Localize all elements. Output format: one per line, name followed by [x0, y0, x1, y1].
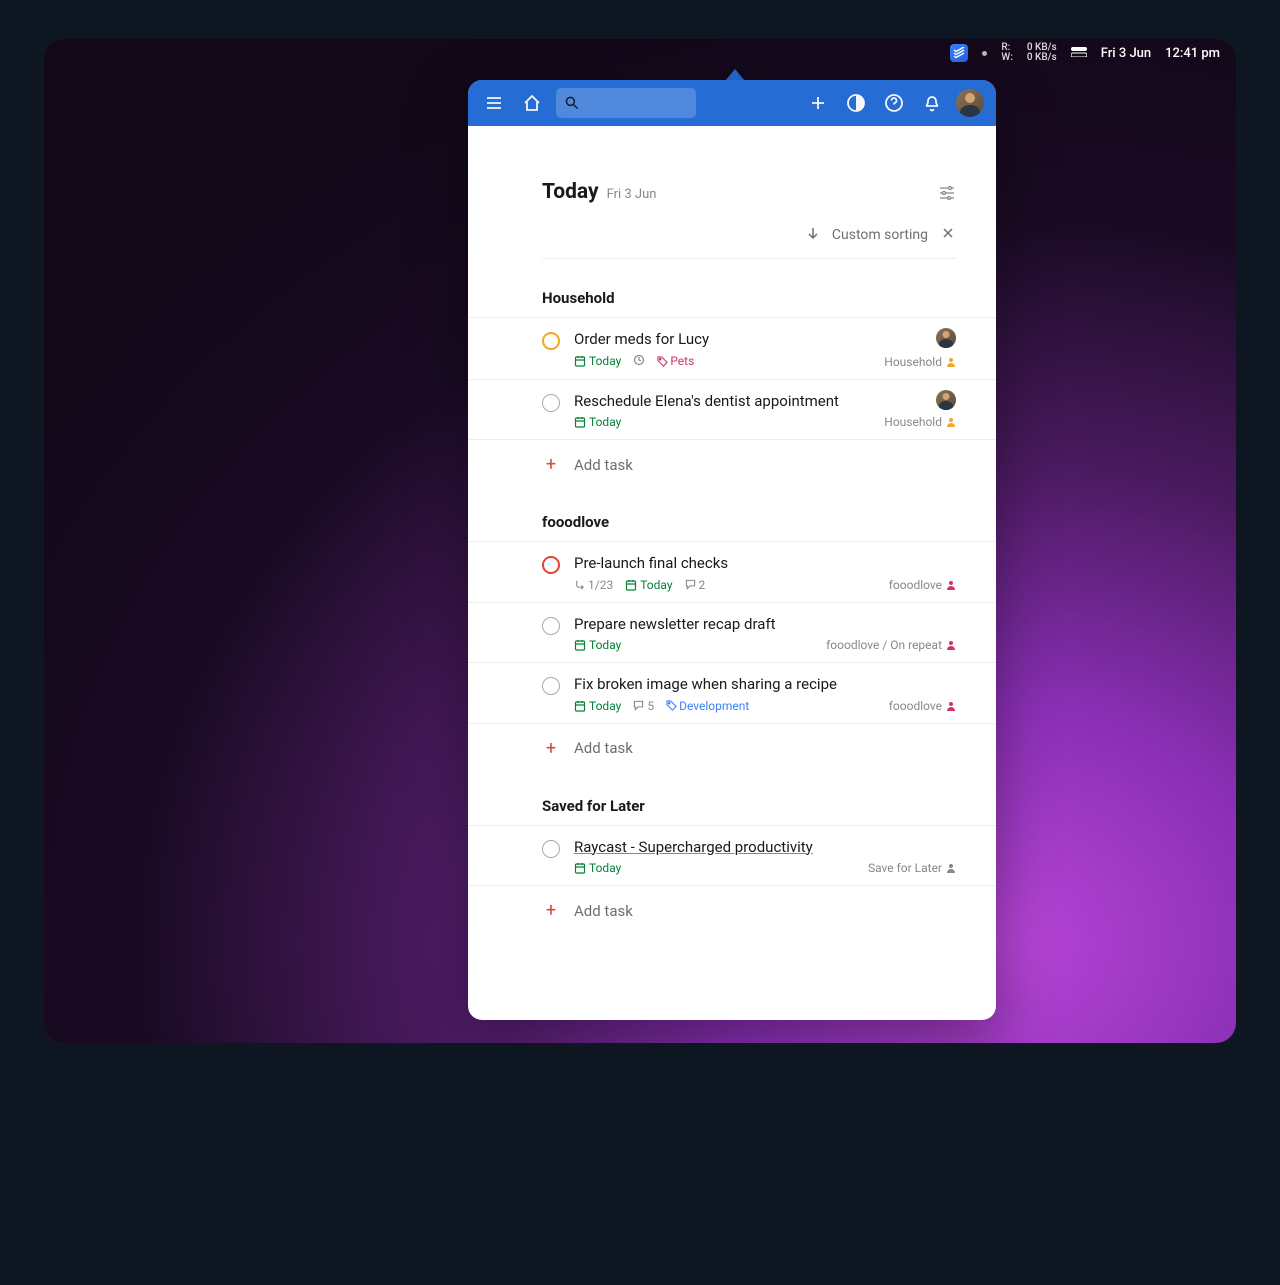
search-input[interactable] — [556, 88, 696, 118]
task-checkbox[interactable] — [542, 617, 560, 635]
menubar-time[interactable]: 12:41 pm — [1165, 46, 1220, 61]
task-row[interactable]: Fix broken image when sharing a recipe To… — [468, 662, 996, 723]
task-title: Fix broken image when sharing a recipe — [574, 675, 956, 695]
due-date: Today — [574, 861, 621, 875]
section: fooodlove Pre-launch final checks 1/23 Toda… — [468, 513, 996, 763]
section-title: Household — [468, 289, 996, 317]
project-color-icon — [946, 357, 956, 367]
add-task-icon[interactable] — [804, 89, 832, 117]
task-title: Prepare newsletter recap draft — [574, 615, 956, 635]
header-date: Fri 3 Jun — [607, 187, 657, 202]
task-row[interactable]: Prepare newsletter recap draft Today foood… — [468, 602, 996, 663]
subtask-count: 1/23 — [574, 578, 613, 592]
project-color-icon — [946, 417, 956, 427]
task-row[interactable]: Pre-launch final checks 1/23 Today 2 fooodlo… — [468, 541, 996, 602]
task-title: Reschedule Elena's dentist appointment — [574, 392, 956, 412]
macos-menubar: R: W: 0 KB/s 0 KB/s Fri 3 Jun 12:41 pm — [44, 39, 1236, 67]
menubar-date[interactable]: Fri 3 Jun — [1101, 46, 1151, 61]
notifications-icon[interactable] — [918, 89, 946, 117]
todoist-popover: Today Fri 3 Jun Custom sorting Household… — [468, 80, 996, 1020]
search-icon — [564, 95, 580, 111]
recurring-icon — [633, 354, 645, 369]
menu-icon[interactable] — [480, 89, 508, 117]
project-color-icon — [946, 701, 956, 711]
comment-count: 2 — [685, 578, 706, 592]
menubar-dot-icon — [982, 51, 987, 56]
content-scroll[interactable]: Today Fri 3 Jun Custom sorting Household… — [468, 126, 996, 1020]
due-date: Today — [574, 415, 621, 429]
add-task-button[interactable]: +Add task — [468, 439, 996, 479]
task-tag[interactable]: Pets — [657, 354, 694, 368]
task-row[interactable]: Reschedule Elena's dentist appointment To… — [468, 379, 996, 440]
due-date: Today — [574, 699, 621, 713]
section: Saved for LaterRaycast - Supercharged pr… — [468, 797, 996, 926]
due-date: Today — [574, 354, 621, 368]
project-label[interactable]: fooodlove — [889, 699, 956, 713]
section-title: Saved for Later — [468, 797, 996, 825]
project-color-icon — [946, 580, 956, 590]
sort-bar: Custom sorting — [542, 216, 956, 259]
app-topbar — [468, 80, 996, 126]
task-checkbox[interactable] — [542, 840, 560, 858]
desktop-wallpaper: R: W: 0 KB/s 0 KB/s Fri 3 Jun 12:41 pm — [44, 39, 1236, 1043]
plus-icon: + — [542, 738, 560, 759]
productivity-icon[interactable] — [842, 89, 870, 117]
help-icon[interactable] — [880, 89, 908, 117]
add-task-button[interactable]: +Add task — [468, 723, 996, 763]
todoist-menubar-icon[interactable] — [950, 44, 968, 62]
project-label[interactable]: fooodlove — [889, 578, 956, 592]
plus-icon: + — [542, 454, 560, 475]
page-title: Today — [542, 180, 599, 204]
task-checkbox[interactable] — [542, 394, 560, 412]
sort-direction-icon[interactable] — [806, 226, 820, 244]
user-avatar[interactable] — [956, 89, 984, 117]
comment-count: 5 — [633, 699, 654, 713]
project-label[interactable]: Household — [884, 415, 956, 429]
task-checkbox[interactable] — [542, 677, 560, 695]
task-row[interactable]: Raycast - Supercharged productivity Today… — [468, 825, 996, 886]
task-title: Raycast - Supercharged productivity — [574, 838, 956, 858]
network-speed-indicator: 0 KB/s 0 KB/s — [1027, 43, 1057, 63]
disk-rw-indicator: R: W: — [1001, 43, 1012, 63]
project-label[interactable]: Household — [884, 355, 956, 369]
task-row[interactable]: Order meds for Lucy Today Pets Household — [468, 317, 996, 379]
section: Household Order meds for Lucy Today Pets Hou… — [468, 289, 996, 479]
project-color-icon — [946, 640, 956, 650]
add-task-button[interactable]: +Add task — [468, 885, 996, 925]
sort-label[interactable]: Custom sorting — [832, 227, 928, 243]
plus-icon: + — [542, 900, 560, 921]
assignee-avatar[interactable] — [936, 390, 956, 410]
control-center-icon[interactable] — [1071, 46, 1087, 61]
due-date: Today — [625, 578, 672, 592]
sort-close-icon[interactable] — [940, 227, 956, 243]
project-label[interactable]: fooodlove / On repeat — [826, 638, 956, 652]
view-options-icon[interactable] — [938, 184, 956, 206]
view-header: Today Fri 3 Jun — [468, 154, 996, 216]
task-title: Order meds for Lucy — [574, 330, 956, 350]
task-checkbox[interactable] — [542, 332, 560, 350]
home-icon[interactable] — [518, 89, 546, 117]
project-color-icon — [946, 863, 956, 873]
assignee-avatar[interactable] — [936, 328, 956, 348]
due-date: Today — [574, 638, 621, 652]
task-title: Pre-launch final checks — [574, 554, 956, 574]
task-tag[interactable]: Development — [666, 699, 749, 713]
section-title: fooodlove — [468, 513, 996, 541]
project-label[interactable]: Save for Later — [868, 861, 956, 875]
task-checkbox[interactable] — [542, 556, 560, 574]
